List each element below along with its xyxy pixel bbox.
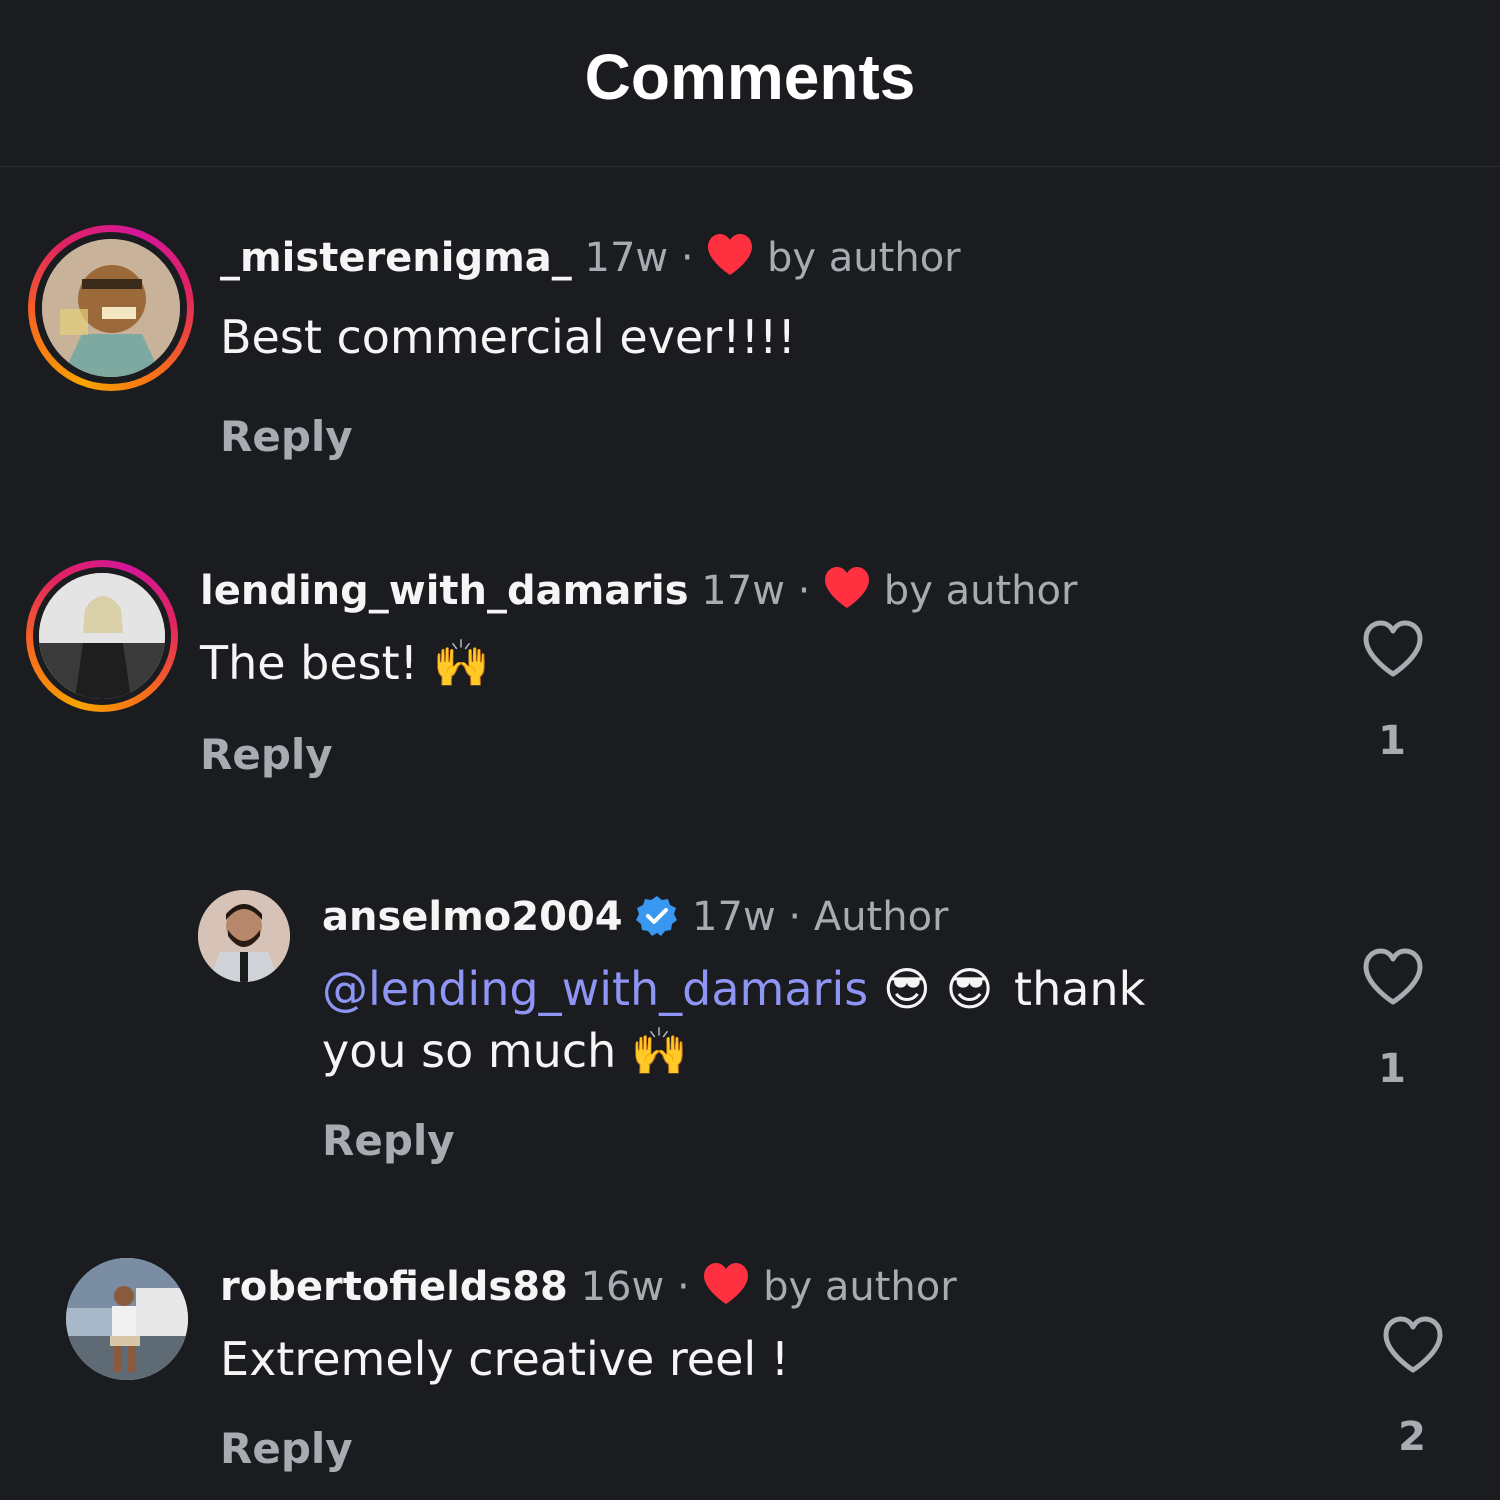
mention-link[interactable]: @lending_with_damaris (322, 962, 868, 1016)
comment-text: Best commercial ever!!!! (220, 310, 796, 364)
like-count: 2 (1398, 1414, 1426, 1460)
page-title: Comments (584, 41, 916, 113)
avatar[interactable] (39, 573, 165, 699)
username[interactable]: lending_with_damaris (200, 568, 689, 614)
verified-badge-icon (635, 894, 679, 948)
reply-button[interactable]: Reply (200, 730, 333, 779)
author-liked-label: by author (763, 1264, 957, 1310)
username[interactable]: robertofields88 (220, 1264, 568, 1310)
heart-filled-icon (823, 566, 871, 620)
raising-hands-emoji: 🙌 (630, 1024, 689, 1078)
comment-text-body: thank (1014, 962, 1146, 1016)
comment-text-line-2: you so much 🙌 (322, 1024, 688, 1079)
author-liked-label: by author (883, 568, 1078, 614)
avatar[interactable] (42, 239, 180, 377)
separator: · (797, 568, 811, 614)
comment-age: 17w (701, 568, 785, 614)
reply-button[interactable]: Reply (322, 1116, 455, 1165)
comment-meta: _misterenigma_ 17w · by author (220, 233, 961, 287)
author-liked-label: by author (767, 235, 961, 281)
story-ring[interactable] (28, 225, 194, 391)
heart-filled-icon (702, 1262, 750, 1316)
raising-hands-emoji: 🙌 (432, 636, 491, 690)
comment-meta: anselmo2004 17w · Author (322, 894, 949, 948)
comment-meta: lending_with_damaris 17w · by author (200, 566, 1077, 620)
comment-meta: robertofields88 16w · by author (220, 1262, 957, 1316)
comment-age: 16w (580, 1264, 665, 1310)
separator: · (680, 235, 694, 281)
comment-text: The best! 🙌 (200, 636, 490, 691)
comment-age: 17w (584, 235, 669, 281)
reply-button[interactable]: Reply (220, 1424, 353, 1473)
like-count: 1 (1378, 1046, 1406, 1092)
heart-filled-icon (706, 233, 754, 287)
comment-age: 17w (692, 894, 776, 940)
username[interactable]: anselmo2004 (322, 894, 623, 940)
comment-text-line-1: @lending_with_damaris 😎 😎 thank (322, 962, 1145, 1016)
comment-text-body: The best! (200, 636, 419, 690)
story-ring[interactable] (26, 560, 178, 712)
heart-outline-icon[interactable] (1362, 620, 1424, 682)
comment-text-body: you so much (322, 1024, 617, 1078)
reply-button[interactable]: Reply (220, 412, 353, 461)
sunglasses-emoji: 😎 (945, 962, 994, 1016)
avatar[interactable] (66, 1258, 188, 1380)
comment-text: Extremely creative reel ! (220, 1332, 790, 1386)
like-count: 1 (1378, 718, 1406, 764)
separator: · (788, 894, 802, 940)
username[interactable]: _misterenigma_ (220, 235, 572, 281)
separator: · (676, 1264, 690, 1310)
comments-header: Comments (0, 0, 1500, 167)
author-role-label: Author (813, 894, 949, 940)
heart-outline-icon[interactable] (1382, 1316, 1444, 1378)
heart-outline-icon[interactable] (1362, 948, 1424, 1010)
sunglasses-emoji: 😎 (882, 962, 931, 1016)
avatar[interactable] (198, 890, 290, 982)
